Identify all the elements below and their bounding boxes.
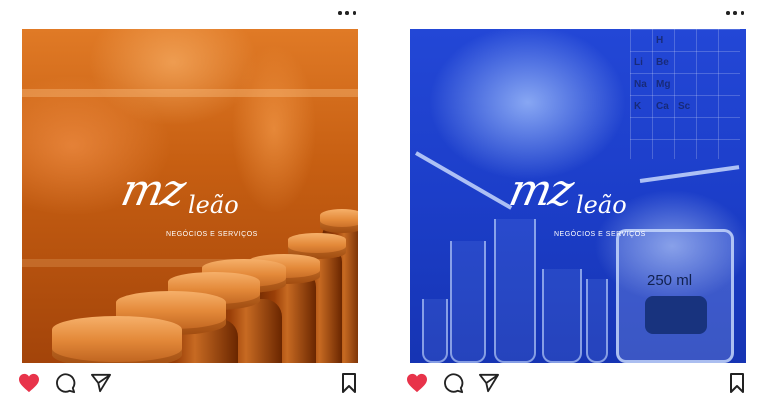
post-image[interactable]: H Li Be Na Mg K Ca Sc 250 ml mz leão NEG… xyxy=(410,29,746,363)
test-tube xyxy=(542,269,582,363)
comment-icon xyxy=(56,373,76,394)
element-label: Sc xyxy=(678,101,691,112)
more-options-button[interactable] xyxy=(338,9,356,17)
post-actions xyxy=(407,370,746,396)
brand-logo: mz leão NEGÓCIOS E SERVIÇOS xyxy=(505,165,660,249)
logo-name: leão xyxy=(576,191,627,219)
logo-mark: mz xyxy=(504,165,577,216)
send-icon xyxy=(91,373,111,393)
logo-name: leão xyxy=(188,191,239,219)
dot-icon xyxy=(352,11,356,15)
test-tube xyxy=(586,279,608,363)
dot-icon xyxy=(726,11,730,15)
comment-button[interactable] xyxy=(52,370,78,396)
logo-tagline: NEGÓCIOS E SERVIÇOS xyxy=(166,231,258,238)
element-label: Na xyxy=(634,79,647,90)
comment-button[interactable] xyxy=(440,370,466,396)
bookmark-icon xyxy=(730,373,744,393)
like-button[interactable] xyxy=(16,370,42,396)
beaker: 250 ml xyxy=(616,229,734,363)
element-label: K xyxy=(634,101,642,112)
more-options-button[interactable] xyxy=(726,9,744,17)
save-button[interactable] xyxy=(336,370,362,396)
test-tube xyxy=(422,299,448,363)
element-label: Ca xyxy=(656,101,669,112)
post-image[interactable]: mz leão NEGÓCIOS E SERVIÇOS xyxy=(22,29,358,363)
save-button[interactable] xyxy=(724,370,750,396)
post-actions xyxy=(19,370,358,396)
test-tube xyxy=(450,241,486,363)
bookmark-icon xyxy=(342,373,356,393)
element-label: Be xyxy=(656,57,669,68)
logo-mark: mz xyxy=(116,165,189,216)
logo-tagline: NEGÓCIOS E SERVIÇOS xyxy=(554,231,646,238)
dot-icon xyxy=(338,11,342,15)
heart-icon xyxy=(19,373,39,393)
bottle-cap xyxy=(320,209,358,233)
heart-icon xyxy=(407,373,427,393)
brand-logo: mz leão NEGÓCIOS E SERVIÇOS xyxy=(117,165,272,249)
element-label: Mg xyxy=(656,79,671,90)
beaker-label: 250 ml xyxy=(647,272,693,289)
beaker-liquid xyxy=(645,296,707,334)
element-label: H xyxy=(656,35,664,46)
like-button[interactable] xyxy=(404,370,430,396)
post-card: mz leão NEGÓCIOS E SERVIÇOS xyxy=(19,0,358,406)
comment-icon xyxy=(444,373,464,394)
shelf xyxy=(22,89,358,97)
post-card: H Li Be Na Mg K Ca Sc 250 ml mz leão NEG… xyxy=(407,0,746,406)
periodic-table: H Li Be Na Mg K Ca Sc xyxy=(630,29,740,159)
send-icon xyxy=(478,373,499,393)
dot-icon xyxy=(345,11,349,15)
bottle-cap xyxy=(52,316,182,363)
dot-icon xyxy=(740,11,744,15)
share-button[interactable] xyxy=(476,370,502,396)
element-label: Li xyxy=(634,57,643,68)
dot-icon xyxy=(733,11,737,15)
share-button[interactable] xyxy=(88,370,114,396)
